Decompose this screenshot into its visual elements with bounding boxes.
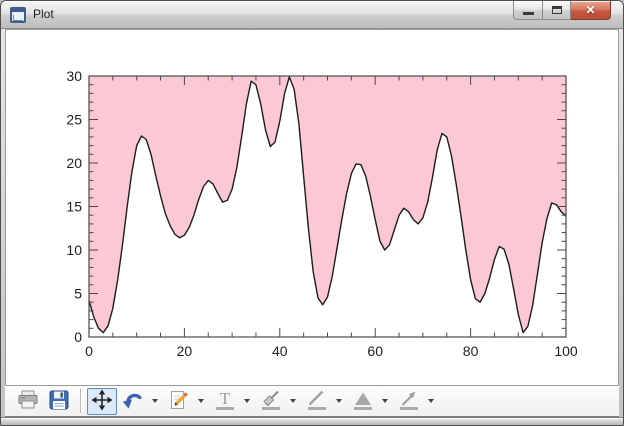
close-button[interactable]: ✕: [571, 1, 611, 20]
window-title: Plot: [33, 7, 54, 21]
x-tick-label: 60: [367, 343, 383, 359]
freehand-dropdown-caret-icon: [287, 388, 298, 415]
x-tick-label: 40: [272, 343, 288, 359]
line-button: [302, 388, 332, 415]
x-tick-label: 100: [554, 343, 578, 359]
y-tick-label: 10: [66, 242, 82, 258]
y-tick-label: 20: [66, 155, 82, 171]
minimize-button[interactable]: [513, 1, 542, 20]
y-tick-label: 25: [66, 112, 82, 128]
plot-client-area: 0 20 40 60 80 100 0 5 10 15 20 25 30: [5, 29, 619, 386]
svg-text:T: T: [220, 389, 231, 408]
text-dropdown-caret-icon: [241, 388, 252, 415]
toolbar: T: [5, 386, 619, 417]
y-tick-label: 15: [66, 199, 82, 215]
titlebar[interactable]: Plot ✕: [1, 1, 623, 29]
x-tick-label: 0: [85, 343, 93, 359]
line-dropdown-caret-icon: [333, 388, 344, 415]
save-button[interactable]: [44, 388, 74, 415]
text-button: T: [210, 388, 240, 415]
y-tick-label: 5: [74, 286, 82, 302]
print-button[interactable]: [13, 388, 43, 415]
y-tick-label: 30: [66, 68, 82, 84]
pencil-icon: [167, 388, 191, 415]
arrow-icon: [397, 388, 421, 415]
pan-arrows-icon: [90, 388, 114, 415]
window-icon: [10, 7, 26, 23]
line-icon: [305, 388, 329, 415]
undo-button[interactable]: [118, 388, 148, 415]
caption-buttons: ✕: [513, 1, 611, 20]
annotate-button[interactable]: [164, 388, 194, 415]
pan-button[interactable]: [87, 387, 117, 415]
polygon-icon: [351, 388, 375, 415]
maximize-icon: [551, 6, 562, 14]
save-icon: [47, 388, 71, 415]
x-tick-label: 80: [463, 343, 479, 359]
plot-window: Plot ✕ 0 20 40 60 80 100 0 5 10 15 20 25 30 T: [0, 0, 624, 426]
text-icon: T: [213, 388, 237, 415]
x-tick-label: 20: [177, 343, 193, 359]
arrow-button: [394, 388, 424, 415]
plot-canvas[interactable]: 0 20 40 60 80 100 0 5 10 15 20 25 30: [6, 30, 620, 385]
freehand-button: [256, 388, 286, 415]
minimize-icon: [522, 12, 534, 15]
y-tick-label: 0: [74, 329, 82, 345]
print-icon: [16, 388, 40, 415]
brush-icon: [259, 388, 283, 415]
undo-icon: [121, 388, 145, 415]
polygon-dropdown-caret-icon: [379, 388, 390, 415]
window-bottom-frame: [1, 417, 623, 425]
undo-dropdown-caret-icon[interactable]: [149, 388, 160, 415]
arrow-dropdown-caret-icon: [425, 388, 436, 415]
polygon-button: [348, 388, 378, 415]
maximize-button[interactable]: [542, 1, 571, 20]
close-icon: ✕: [585, 3, 596, 17]
annotate-dropdown-caret-icon[interactable]: [195, 388, 206, 415]
toolbar-separator: [80, 389, 81, 413]
